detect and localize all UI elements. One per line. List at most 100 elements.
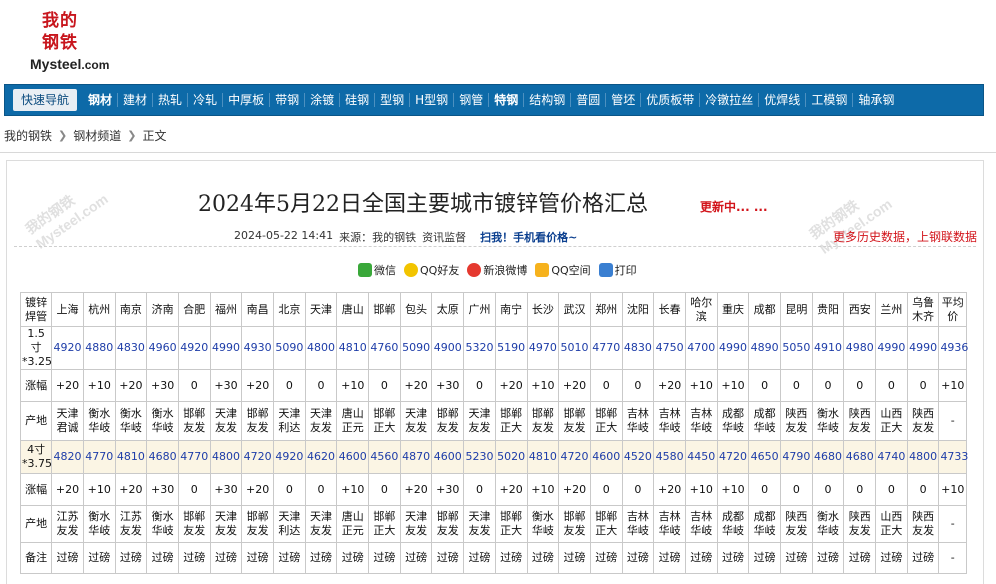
table-cell: 邯郸友发 <box>558 505 591 543</box>
table-cell: 4830 <box>114 326 148 370</box>
nav-item[interactable]: 工模钢 <box>805 93 852 107</box>
more-history-link[interactable]: 更多历史数据，上钢联数据 <box>833 228 977 245</box>
table-cell: 衡水华岐 <box>811 505 845 543</box>
table-corner-label: 镀锌焊管 <box>19 292 53 327</box>
table-cell: 过磅 <box>780 542 813 574</box>
table-cell: +30 <box>431 473 465 506</box>
qq-icon <box>404 263 418 277</box>
share-qzone-button[interactable]: QQ空间 <box>535 262 591 278</box>
table-cell: 唐山正元 <box>336 401 370 441</box>
table-cell: +10 <box>716 473 750 506</box>
table-cell: 4920 <box>273 440 306 474</box>
table-cell: 邯郸友发 <box>431 401 465 441</box>
table-cell: 吉林华岐 <box>653 505 686 543</box>
table-cell: 4800 <box>304 326 338 370</box>
table-cell: 0 <box>621 369 655 402</box>
table-cell: 5010 <box>558 326 591 370</box>
row-label: 4寸*3.75 <box>19 440 53 474</box>
table-cell: 邯郸正大 <box>589 401 623 441</box>
city-header: 杭州 <box>82 292 116 327</box>
article-source[interactable]: 来源：我的钢铁 <box>339 229 416 245</box>
table-cell: 过磅 <box>684 542 718 574</box>
table-cell: 天津利达 <box>273 505 306 543</box>
table-cell: 陕西友发 <box>906 401 940 441</box>
table-cell: 0 <box>273 473 306 506</box>
nav-item[interactable]: 中厚板 <box>222 93 269 107</box>
nav-item[interactable]: 钢管 <box>453 93 488 107</box>
nav-item[interactable]: 带钢 <box>269 93 304 107</box>
table-cell: 4820 <box>51 440 84 474</box>
table-row: 产地 江苏友发 衡水华岐 江苏友发 衡水华岐 邯郸友发 天津友发 邯郸友发 天津利达 天津友发 唐山… <box>19 505 967 543</box>
table-cell: 衡水华岐 <box>146 401 179 441</box>
table-cell: 4750 <box>653 326 686 370</box>
table-cell: 成都华岐 <box>748 401 781 441</box>
table-cell: 0 <box>368 369 401 402</box>
table-cell: 过磅 <box>494 542 528 574</box>
table-cell: 吉林华岐 <box>621 401 655 441</box>
table-cell: +20 <box>241 473 274 506</box>
table-cell: 4830 <box>621 326 655 370</box>
breadcrumb-channel[interactable]: 钢材频道 <box>73 127 121 144</box>
table-cell: 过磅 <box>273 542 306 574</box>
table-cell: +20 <box>558 473 591 506</box>
site-logo[interactable]: 我的 钢铁 Mysteel.com <box>30 12 130 72</box>
table-cell: 过磅 <box>875 542 908 574</box>
city-header: 邯郸 <box>368 292 401 327</box>
nav-item[interactable]: 结构钢 <box>523 93 570 107</box>
nav-item[interactable]: 冷镦拉丝 <box>699 93 758 107</box>
nav-item[interactable]: 钢材 <box>83 93 117 107</box>
row-label: 1.5寸*3.25 <box>19 326 53 370</box>
share-wechat-button[interactable]: 微信 <box>358 262 396 278</box>
table-cell: 0 <box>304 369 338 402</box>
nav-item[interactable]: 热轧 <box>152 93 187 107</box>
share-weibo-button[interactable]: 新浪微博 <box>467 262 527 278</box>
nav-item[interactable]: 优焊线 <box>758 93 805 107</box>
table-cell: 4600 <box>336 440 370 474</box>
nav-item[interactable]: H型钢 <box>409 93 453 107</box>
breadcrumb-home[interactable]: 我的钢铁 <box>4 127 52 144</box>
table-cell: 4810 <box>336 326 370 370</box>
table-cell: 4980 <box>843 326 877 370</box>
city-header: 天津 <box>304 292 338 327</box>
table-cell: 成都华岐 <box>716 401 750 441</box>
table-cell: +20 <box>494 473 528 506</box>
city-header: 上海 <box>51 292 84 327</box>
table-cell: 4870 <box>399 440 433 474</box>
table-cell: 4720 <box>716 440 750 474</box>
table-cell: 4600 <box>589 440 623 474</box>
nav-item[interactable]: 普圆 <box>570 93 605 107</box>
nav-item[interactable]: 涂镀 <box>304 93 339 107</box>
quick-nav-button[interactable]: 快速导航 <box>13 89 78 111</box>
nav-item[interactable]: 型钢 <box>374 93 409 107</box>
monitor-link[interactable]: 资讯监督 <box>422 229 466 245</box>
nav-item[interactable]: 管坯 <box>605 93 640 107</box>
city-header: 西安 <box>843 292 877 327</box>
scan-mobile-link[interactable]: 扫我！手机看价格~ <box>480 229 577 245</box>
table-cell: 5320 <box>463 326 496 370</box>
table-cell: 天津利达 <box>273 401 306 441</box>
table-cell: 5090 <box>399 326 433 370</box>
share-print-button[interactable]: 打印 <box>598 262 637 278</box>
chevron-right-icon: ❯ <box>58 129 68 142</box>
breadcrumb-current: 正文 <box>142 129 167 143</box>
table-cell: 0 <box>875 473 908 506</box>
city-header: 唐山 <box>336 292 370 327</box>
table-cell: 4650 <box>748 440 781 474</box>
table-row: 产地 天津君诚 衡水华岐 衡水华岐 衡水华岐 邯郸友发 天津友发 邯郸友发 天津利达 天津友发 唐山… <box>19 401 967 441</box>
nav-item[interactable]: 冷轧 <box>187 93 222 107</box>
nav-item[interactable]: 建材 <box>117 93 152 107</box>
nav-item[interactable]: 硅钢 <box>339 93 374 107</box>
table-cell: 衡水华岐 <box>82 401 116 441</box>
table-cell: 4720 <box>558 440 591 474</box>
table-cell: +20 <box>114 473 148 506</box>
table-cell: 4733 <box>938 440 968 474</box>
table-cell: 衡水华岐 <box>811 401 845 441</box>
table-cell: 4900 <box>431 326 465 370</box>
nav-item[interactable]: 特钢 <box>488 93 523 107</box>
table-cell: 陕西友发 <box>906 505 940 543</box>
city-header: 南京 <box>114 292 148 327</box>
table-cell: +10 <box>82 369 116 402</box>
nav-item[interactable]: 轴承钢 <box>852 93 899 107</box>
share-qq-button[interactable]: QQ好友 <box>404 262 459 278</box>
nav-item[interactable]: 优质板带 <box>640 93 699 107</box>
